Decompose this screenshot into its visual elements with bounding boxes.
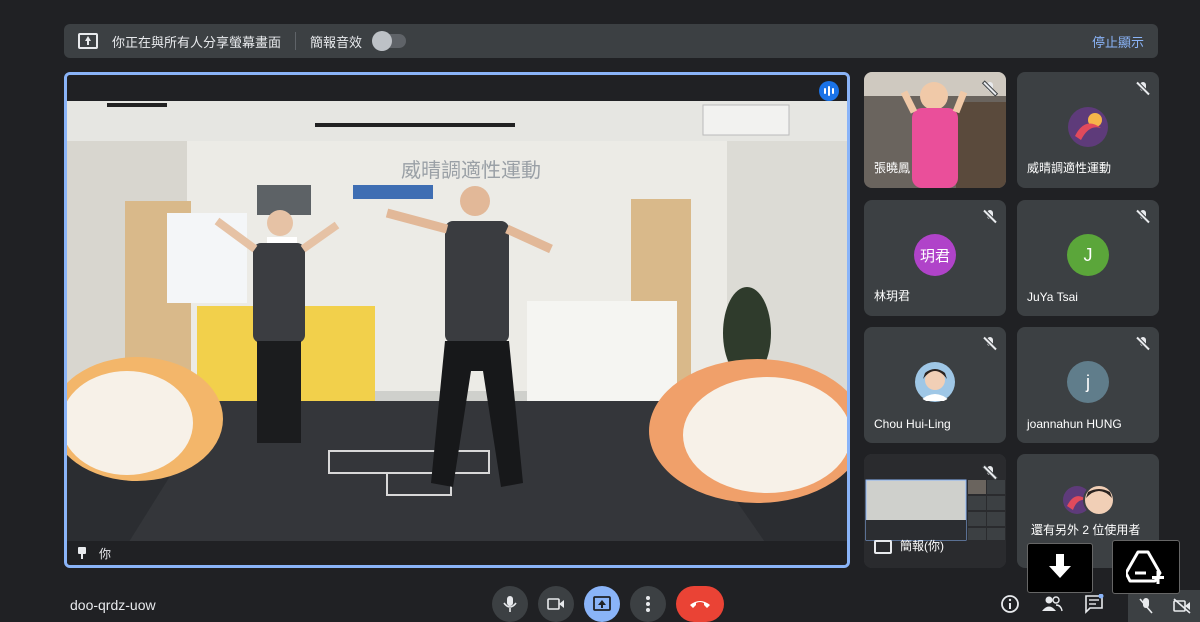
- stop-presenting-button[interactable]: 停止顯示: [1092, 32, 1144, 51]
- present-now-button[interactable]: [584, 586, 620, 622]
- more-icon: [646, 596, 650, 612]
- mic-off-icon: [1137, 337, 1149, 351]
- screen-share-banner: 你正在與所有人分享螢幕畫面 簡報音效 停止顯示: [64, 24, 1158, 58]
- chat-icon: [1085, 594, 1104, 614]
- mic-off-icon[interactable]: [1138, 597, 1154, 615]
- mic-icon: [503, 596, 517, 612]
- mic-off-icon: [1137, 210, 1149, 224]
- info-icon: [1001, 595, 1019, 613]
- people-icon: [1042, 596, 1063, 612]
- save-to-drive-button[interactable]: [1112, 540, 1180, 594]
- participant-name: Chou Hui-Ling: [874, 417, 951, 431]
- more-participants-label: 還有另外 2 位使用者: [1031, 523, 1141, 537]
- banner-divider: [295, 32, 297, 50]
- participant-avatar: j: [1067, 361, 1109, 403]
- participant-avatar: J: [1067, 234, 1109, 276]
- participant-tile[interactable]: j joannahun HUNG: [1017, 327, 1159, 443]
- meeting-code[interactable]: doo-qrdz-uow: [70, 597, 156, 613]
- main-video-label: 你: [67, 541, 847, 565]
- more-options-button[interactable]: [630, 586, 666, 622]
- speaking-indicator-icon: [819, 81, 839, 101]
- participant-tile[interactable]: 玥君 林玥君: [864, 200, 1006, 316]
- presentation-name: 簡報(你): [900, 539, 944, 553]
- share-status-text: 你正在與所有人分享螢幕畫面: [112, 34, 282, 50]
- present-screen-icon: [874, 540, 892, 554]
- chat-button[interactable]: [1082, 592, 1106, 616]
- participant-name: 張曉鳳: [874, 161, 911, 175]
- self-status-pill[interactable]: [1128, 590, 1200, 622]
- mic-off-icon: [984, 210, 996, 224]
- present-icon: [593, 596, 611, 611]
- participant-photo-avatar: [915, 362, 955, 402]
- participant-tile[interactable]: J JuYa Tsai: [1017, 200, 1159, 316]
- org-logo-avatar-icon: [1068, 107, 1108, 147]
- presentation-tile[interactable]: 簡報(你): [864, 454, 1006, 568]
- camera-icon: [547, 598, 564, 610]
- mic-off-icon: [984, 466, 996, 480]
- participant-tile[interactable]: 威晴調適性運動: [1017, 72, 1159, 188]
- drive-add-icon: [1126, 550, 1164, 584]
- camera-off-icon[interactable]: [1172, 598, 1191, 614]
- participant-name: JuYa Tsai: [1027, 290, 1078, 304]
- main-video-tile[interactable]: 威晴調適性運動 你: [64, 72, 850, 568]
- meeting-details-button[interactable]: [998, 592, 1022, 616]
- download-button[interactable]: [1027, 543, 1093, 593]
- presentation-audio-label: 簡報音效: [310, 34, 363, 50]
- video-top-strip: [67, 75, 847, 101]
- meet-window: 你正在與所有人分享螢幕畫面 簡報音效 停止顯示 威晴調適性運動 你 張曉鳳 威晴…: [0, 0, 1200, 622]
- participants-button[interactable]: [1040, 592, 1064, 616]
- presentation-audio-toggle[interactable]: [372, 31, 407, 51]
- mic-off-icon: [1137, 82, 1149, 96]
- dance-studio-video: 威晴調適性運動: [67, 101, 847, 545]
- self-name-label: 你: [99, 546, 112, 561]
- participant-tile[interactable]: Chou Hui-Ling: [864, 327, 1006, 443]
- participant-name: joannahun HUNG: [1027, 417, 1122, 431]
- grouped-avatars: [1063, 484, 1115, 516]
- participant-tile[interactable]: 張曉鳳: [864, 72, 1006, 188]
- participant-name: 林玥君: [874, 289, 911, 303]
- mic-off-icon: [984, 337, 996, 351]
- hangup-icon: [690, 601, 710, 608]
- mic-off-icon: [984, 82, 996, 96]
- present-screen-icon: [78, 33, 98, 49]
- participant-avatar: 玥君: [914, 234, 956, 276]
- mic-button[interactable]: [492, 586, 528, 622]
- download-arrow-icon: [1049, 554, 1071, 578]
- wall-title-text: 威晴調適性運動: [401, 158, 541, 182]
- participant-name: 威晴調適性運動: [1027, 161, 1112, 175]
- leave-call-button[interactable]: [676, 586, 724, 622]
- pin-icon[interactable]: [77, 547, 87, 559]
- camera-button[interactable]: [538, 586, 574, 622]
